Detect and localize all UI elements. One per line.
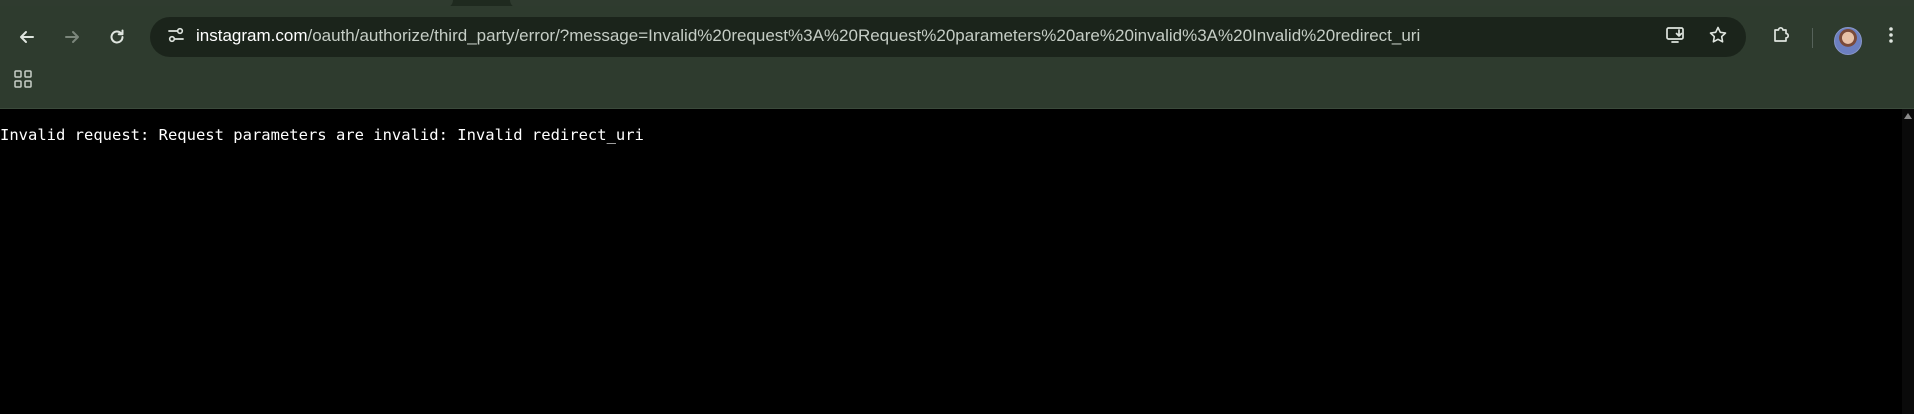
arrow-left-icon xyxy=(17,27,37,47)
url-path: /oauth/authorize/third_party/error/?mess… xyxy=(307,26,1421,45)
toolbar-divider xyxy=(1812,28,1813,48)
tune-icon xyxy=(166,25,186,50)
page-content: Invalid request: Request parameters are … xyxy=(0,109,1902,414)
address-bar[interactable]: instagram.com/oauth/authorize/third_part… xyxy=(150,17,1746,57)
browser-window: instagram.com/oauth/authorize/third_part… xyxy=(0,0,1914,414)
apps-shortcut-button[interactable] xyxy=(8,66,38,96)
arrow-right-icon xyxy=(62,27,82,47)
reload-button[interactable] xyxy=(100,20,134,54)
forward-button[interactable] xyxy=(55,20,89,54)
vertical-scrollbar[interactable] xyxy=(1902,109,1914,414)
scroll-up-arrow-icon[interactable] xyxy=(1904,113,1912,119)
url-host: instagram.com xyxy=(196,26,308,45)
back-button[interactable] xyxy=(10,20,44,54)
install-app-icon xyxy=(1665,25,1687,50)
puzzle-icon xyxy=(1770,24,1792,51)
apps-grid-icon xyxy=(13,69,33,94)
url-text[interactable]: instagram.com/oauth/authorize/third_part… xyxy=(196,26,1420,46)
error-message: Invalid request: Request parameters are … xyxy=(0,126,644,144)
browser-toolbar: instagram.com/oauth/authorize/third_part… xyxy=(0,6,1914,109)
profile-avatar[interactable] xyxy=(1834,27,1862,55)
extensions-button[interactable] xyxy=(1764,20,1798,54)
reload-icon xyxy=(107,27,127,47)
browser-menu-button[interactable] xyxy=(1874,20,1908,54)
site-info-button[interactable] xyxy=(160,21,192,53)
install-app-button[interactable] xyxy=(1660,21,1692,53)
bookmark-button[interactable] xyxy=(1702,21,1734,53)
star-icon xyxy=(1708,25,1728,50)
kebab-menu-icon xyxy=(1888,25,1894,50)
